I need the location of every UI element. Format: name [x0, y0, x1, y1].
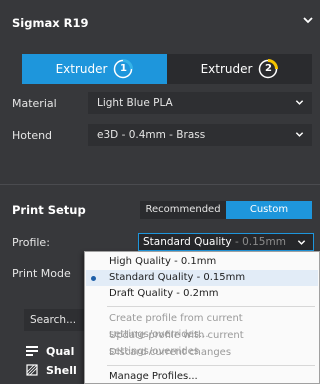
print-mode-label: Print Mode: [12, 267, 71, 280]
extruder-1-label: Extruder: [55, 62, 108, 76]
shell-icon: [26, 364, 38, 376]
profile-select[interactable]: Standard Quality - 0.15mm: [138, 233, 314, 251]
category-shell[interactable]: Shell: [26, 361, 77, 379]
chevron-down-icon[interactable]: [302, 14, 314, 26]
menu-item-high-quality[interactable]: High Quality - 0.1mm: [109, 254, 319, 270]
extruder-2-number: 2: [264, 63, 272, 74]
hotend-value: e3D - 0.4mm - Brass: [97, 129, 206, 141]
selected-bullet-icon: [91, 276, 96, 281]
profile-dropdown-menu: High Quality - 0.1mm Standard Quality - …: [84, 251, 320, 384]
menu-separator: [107, 365, 315, 366]
tab-recommended[interactable]: Recommended: [140, 201, 226, 219]
hotend-select[interactable]: e3D - 0.4mm - Brass: [88, 124, 312, 146]
extruder-2-badge-icon: 2: [258, 59, 279, 79]
extruder-1-tab[interactable]: Extruder 1: [22, 54, 167, 84]
menu-separator: [107, 306, 315, 307]
settings-search-input[interactable]: Search...: [24, 309, 86, 331]
chevron-down-icon: [295, 100, 304, 105]
extruder-tabs: Extruder 1 Extruder 2: [22, 54, 312, 84]
quality-icon: [26, 346, 38, 356]
section-divider: [0, 184, 320, 185]
material-select[interactable]: Light Blue PLA: [88, 92, 312, 114]
category-quality[interactable]: Qual: [26, 342, 74, 360]
menu-item-discard-changes[interactable]: Discard current changes: [109, 345, 319, 361]
material-label: Material: [12, 97, 57, 110]
menu-item-update-profile[interactable]: Update profile with current settings/ove…: [109, 328, 319, 357]
extruder-2-label: Extruder: [200, 62, 253, 76]
extruder-2-tab[interactable]: Extruder 2: [167, 54, 312, 84]
hotend-label: Hotend: [12, 129, 53, 142]
print-setup-title: Print Setup: [12, 203, 86, 217]
chevron-down-icon: [297, 240, 306, 245]
profile-label: Profile:: [12, 236, 50, 249]
profile-value: Standard Quality: [143, 236, 232, 248]
printer-header[interactable]: Sigmax R19: [0, 0, 320, 46]
printer-name: Sigmax R19: [12, 16, 89, 30]
category-quality-label: Qual: [46, 344, 75, 358]
extruder-1-number: 1: [119, 63, 127, 74]
chevron-down-icon: [295, 132, 304, 137]
menu-item-manage-profiles[interactable]: Manage Profiles...: [109, 369, 319, 384]
menu-item-draft-quality[interactable]: Draft Quality - 0.2mm: [109, 286, 319, 302]
material-value: Light Blue PLA: [97, 97, 173, 109]
menu-item-create-profile[interactable]: Create profile from current settings/ove…: [109, 311, 319, 340]
print-setup-mode-toggle: Recommended Custom: [140, 201, 312, 219]
category-shell-label: Shell: [46, 363, 77, 377]
tab-custom[interactable]: Custom: [226, 201, 312, 219]
profile-value-suffix: - 0.15mm: [231, 236, 286, 248]
menu-item-standard-quality[interactable]: Standard Quality - 0.15mm: [109, 270, 319, 286]
extruder-1-badge-icon: 1: [113, 59, 134, 79]
